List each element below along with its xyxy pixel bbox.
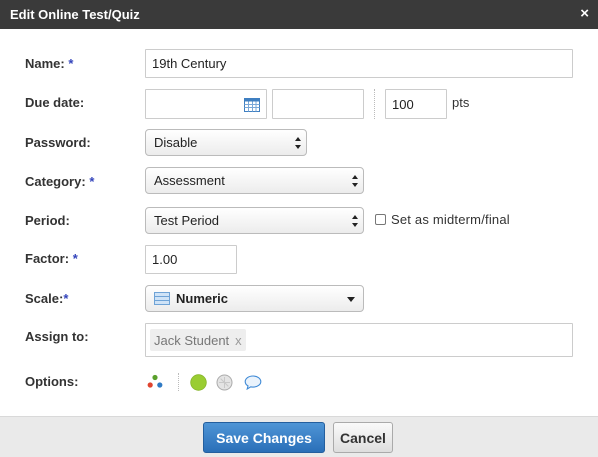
select-arrows-icon	[352, 214, 359, 227]
required-marker: *	[89, 174, 95, 189]
select-arrows-icon	[352, 174, 359, 187]
points-input[interactable]: 100	[385, 89, 447, 119]
required-marker: *	[63, 291, 69, 306]
midterm-checkbox[interactable]	[375, 214, 386, 225]
close-icon[interactable]: ×	[580, 5, 589, 22]
scale-select[interactable]: Numeric	[145, 285, 364, 312]
points-value: 100	[392, 96, 414, 112]
due-time-input[interactable]	[272, 89, 364, 119]
remove-assignee-icon[interactable]: x	[235, 333, 242, 348]
password-selected: Disable	[154, 135, 198, 150]
scale-label: Scale:*	[25, 291, 69, 306]
divider	[178, 373, 179, 391]
dialog-titlebar: Edit Online Test/Quiz ×	[0, 0, 598, 29]
period-select[interactable]: Test Period	[145, 207, 364, 234]
name-input-value: 19th Century	[152, 56, 227, 71]
points-unit: pts	[452, 95, 470, 110]
factor-label: Factor: *	[25, 251, 78, 266]
chevron-down-icon	[347, 297, 355, 302]
cancel-button[interactable]: Cancel	[333, 422, 393, 453]
password-select[interactable]: Disable	[145, 129, 307, 156]
category-select[interactable]: Assessment	[145, 167, 364, 194]
status-green-icon[interactable]	[190, 374, 207, 391]
midterm-label[interactable]: Set as midterm/final	[391, 212, 510, 227]
options-label: Options:	[25, 374, 79, 389]
assign-to-label: Assign to:	[25, 329, 89, 344]
numeric-scale-icon	[154, 292, 170, 305]
save-changes-button[interactable]: Save Changes	[203, 422, 325, 453]
category-label: Category: *	[25, 174, 95, 189]
factor-value: 1.00	[152, 252, 178, 267]
comment-icon[interactable]	[244, 375, 262, 390]
divider	[374, 89, 375, 119]
password-label: Password:	[25, 135, 91, 150]
scale-selected: Numeric	[176, 291, 229, 306]
assignee-name: Jack Student	[154, 332, 230, 348]
assignee-chip: Jack Student x	[150, 329, 246, 351]
status-grey-icon[interactable]	[216, 374, 233, 391]
calendar-icon[interactable]	[244, 98, 260, 112]
required-marker: *	[68, 56, 74, 71]
name-label: Name: *	[25, 56, 74, 71]
category-selected: Assessment	[154, 173, 225, 188]
period-label: Period:	[25, 213, 70, 228]
dialog-title: Edit Online Test/Quiz	[10, 7, 140, 22]
due-date-input[interactable]	[145, 89, 267, 119]
period-selected: Test Period	[154, 213, 220, 228]
select-arrows-icon	[295, 136, 302, 149]
name-input[interactable]: 19th Century	[145, 49, 573, 78]
resources-icon[interactable]	[147, 374, 163, 390]
required-marker: *	[72, 251, 78, 266]
due-date-label: Due date:	[25, 95, 85, 110]
factor-input[interactable]: 1.00	[145, 245, 237, 274]
dialog-footer: Save Changes Cancel	[0, 416, 598, 457]
